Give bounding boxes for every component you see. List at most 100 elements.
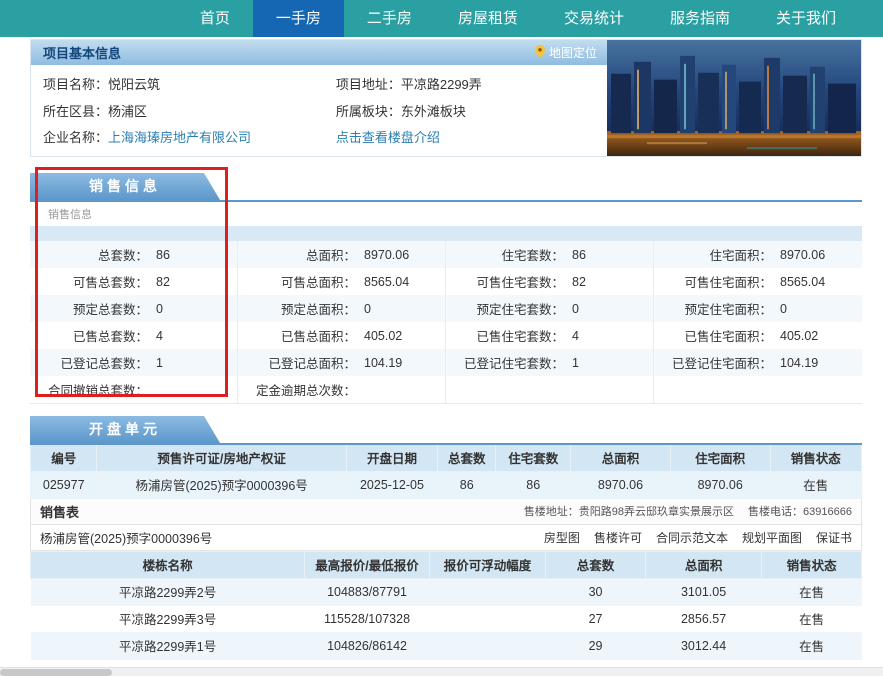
nav-item-secondhand[interactable]: 二手房 (344, 0, 435, 37)
section-title: 项目基本信息 (43, 43, 121, 62)
column-header: 总套数 (438, 444, 496, 471)
buildings-table: 楼栋名称 最高报价/最低报价 报价可浮动幅度 总套数 总面积 销售状态 平凉路2… (30, 551, 862, 660)
developer-link[interactable]: 上海海瑧房地产有限公司 (108, 130, 251, 145)
stat-res-area: 住宅面积：8970.06 (654, 241, 862, 268)
building-area: 3101.05 (645, 578, 761, 605)
site-plan-link[interactable]: 规划平面图 (742, 529, 802, 546)
building-name: 平凉路2299弄1号 (31, 632, 305, 659)
status-badge: 在售 (762, 605, 862, 632)
table-row[interactable]: 平凉路2299弄1号 104826/86142 29 3012.44 在售 (31, 632, 862, 659)
stat-sellable-units: 可售总套数：82 (30, 268, 238, 295)
opening-units-table: 编号 预售许可证/房地产权证 开盘日期 总套数 住宅套数 总面积 住宅面积 销售… (30, 443, 862, 499)
stat-sold-res-units: 已售住宅套数：4 (446, 322, 654, 349)
stat-empty-cell (654, 376, 862, 403)
nav-item-statistics[interactable]: 交易统计 (541, 0, 647, 37)
stat-deposit-overdue: 定金逾期总次数： (238, 376, 446, 403)
building-units: 27 (546, 605, 646, 632)
stat-res-units: 住宅套数：86 (446, 241, 654, 268)
building-float (429, 605, 545, 632)
map-locate-link[interactable]: 地图定位 (535, 44, 597, 61)
sales-table-bar: 销售表 售楼地址：贵阳路98弄云邸玖章实景展示区 售楼电话：63916666 (30, 499, 862, 525)
building-price: 115528/107328 (305, 605, 430, 632)
column-header: 编号 (31, 444, 97, 471)
building-float (429, 632, 545, 659)
sales-permit-link[interactable]: 售楼许可 (594, 529, 642, 546)
view-introduction-link-row: 点击查看楼盘介绍 (336, 127, 607, 149)
sales-office-phone: 售楼电话：63916666 (748, 503, 852, 519)
map-pin-icon (535, 45, 545, 61)
status-badge: 在售 (770, 471, 861, 498)
unit-total: 86 (438, 471, 496, 498)
tab-sales-info[interactable]: 销售信息 (30, 173, 220, 200)
horizontal-scrollbar[interactable] (0, 667, 883, 676)
contract-template-link[interactable]: 合同示范文本 (656, 529, 728, 546)
building-area: 3012.44 (645, 632, 761, 659)
scrollbar-thumb[interactable] (0, 669, 112, 676)
column-header: 预售许可证/房地产权证 (97, 444, 346, 471)
stats-row: 合同撤销总套数： 定金逾期总次数： (30, 376, 862, 403)
column-header: 销售状态 (762, 551, 862, 578)
stats-row: 总套数：86 总面积：8970.06 住宅套数：86 住宅面积：8970.06 (30, 241, 862, 268)
unit-date: 2025-12-05 (346, 471, 437, 498)
nav-item-new-homes[interactable]: 一手房 (253, 0, 344, 37)
permit-number: 杨浦房管(2025)预字0000396号 (40, 528, 212, 547)
column-header: 总套数 (546, 551, 646, 578)
sales-info-section: 销售信息 销售信息 总套数：86 总面积：8970.06 住宅套数：86 住宅面… (30, 173, 862, 404)
table-header-row: 楼栋名称 最高报价/最低报价 报价可浮动幅度 总套数 总面积 销售状态 (31, 551, 862, 578)
stat-registered-res-area: 已登记住宅面积：104.19 (654, 349, 862, 376)
stat-sellable-area: 可售总面积：8565.04 (238, 268, 446, 295)
view-introduction-link[interactable]: 点击查看楼盘介绍 (336, 130, 440, 145)
stat-reserved-res-units: 预定住宅套数：0 (446, 295, 654, 322)
unit-area: 8970.06 (571, 471, 671, 498)
building-area: 2856.57 (645, 605, 761, 632)
stat-cancelled-units: 合同撤销总套数： (30, 376, 238, 403)
building-name: 平凉路2299弄2号 (31, 578, 305, 605)
stat-registered-res-units: 已登记住宅套数：1 (446, 349, 654, 376)
unit-code: 025977 (31, 471, 97, 498)
floorplan-link[interactable]: 房型图 (544, 529, 580, 546)
building-float (429, 578, 545, 605)
nav-item-home[interactable]: 首页 (177, 0, 253, 37)
column-header: 开盘日期 (346, 444, 437, 471)
nav-item-about[interactable]: 关于我们 (753, 0, 859, 37)
block-field: 所属板块：东外滩板块 (336, 101, 607, 123)
page: 首页 一手房 二手房 房屋租赁 交易统计 服务指南 关于我们 项目基本信息 地图… (0, 0, 883, 676)
building-price: 104883/87791 (305, 578, 430, 605)
stat-reserved-area: 预定总面积：0 (238, 295, 446, 322)
map-locate-label: 地图定位 (549, 44, 597, 61)
tab-opening-units[interactable]: 开盘单元 (30, 416, 220, 443)
stat-reserved-res-area: 预定住宅面积：0 (654, 295, 862, 322)
column-header: 报价可浮动幅度 (429, 551, 545, 578)
status-badge: 在售 (762, 632, 862, 659)
opening-units-section: 开盘单元 编号 预售许可证/房地产权证 开盘日期 总套数 住宅套数 总面积 住宅… (30, 416, 862, 660)
column-header: 总面积 (571, 444, 671, 471)
table-header-row: 编号 预售许可证/房地产权证 开盘日期 总套数 住宅套数 总面积 住宅面积 销售… (31, 444, 862, 471)
table-row[interactable]: 平凉路2299弄3号 115528/107328 27 2856.57 在售 (31, 605, 862, 632)
unit-res-area: 8970.06 (670, 471, 770, 498)
address-field: 项目地址：平凉路2299弄 (336, 74, 607, 96)
permit-bar: 杨浦房管(2025)预字0000396号 房型图 售楼许可 合同示范文本 规划平… (30, 525, 862, 551)
developer-field: 企业名称：上海海瑧房地产有限公司 (43, 127, 336, 149)
table-row[interactable]: 025977 杨浦房管(2025)预字0000396号 2025-12-05 8… (31, 471, 862, 498)
stat-empty-cell (446, 376, 654, 403)
stats-row: 已登记总套数：1 已登记总面积：104.19 已登记住宅套数：1 已登记住宅面积… (30, 349, 862, 376)
unit-permit: 杨浦房管(2025)预字0000396号 (97, 471, 346, 498)
project-info-header: 项目基本信息 地图定位 (31, 40, 607, 65)
sales-table-title: 销售表 (40, 502, 79, 521)
stat-total-area: 总面积：8970.06 (238, 241, 446, 268)
stat-sold-area: 已售总面积：405.02 (238, 322, 446, 349)
table-row[interactable]: 平凉路2299弄2号 104883/87791 30 3101.05 在售 (31, 578, 862, 605)
stats-row: 已售总套数：4 已售总面积：405.02 已售住宅套数：4 已售住宅面积：405… (30, 322, 862, 349)
guarantee-link[interactable]: 保证书 (816, 529, 852, 546)
column-header: 销售状态 (770, 444, 861, 471)
building-units: 30 (546, 578, 646, 605)
project-photo (607, 40, 861, 156)
project-name-field: 项目名称：悦阳云筑 (43, 74, 336, 96)
building-price: 104826/86142 (305, 632, 430, 659)
stat-total-units: 总套数：86 (30, 241, 238, 268)
building-name: 平凉路2299弄3号 (31, 605, 305, 632)
stats-row: 可售总套数：82 可售总面积：8565.04 可售住宅套数：82 可售住宅面积：… (30, 268, 862, 295)
column-header: 住宅套数 (496, 444, 571, 471)
nav-item-guide[interactable]: 服务指南 (647, 0, 753, 37)
nav-item-rental[interactable]: 房屋租赁 (435, 0, 541, 37)
